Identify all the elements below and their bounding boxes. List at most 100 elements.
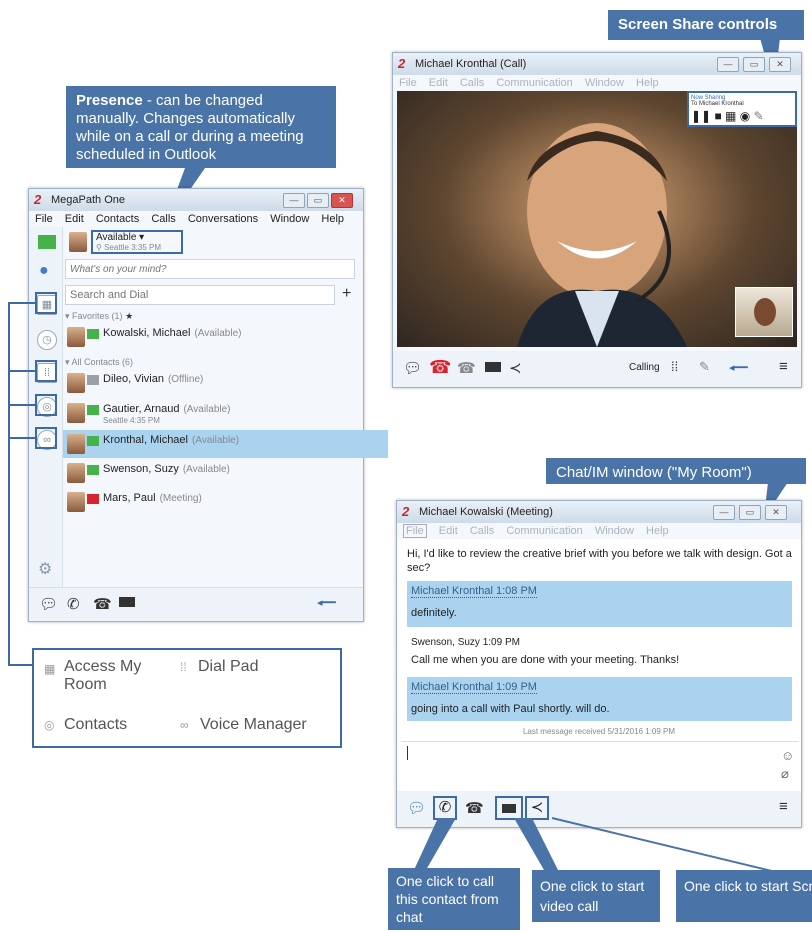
menu-edit[interactable]: Edit (439, 525, 458, 537)
close-button[interactable]: ✕ (769, 57, 791, 72)
message-sender[interactable]: Michael Kronthal 1:08 PM (411, 585, 537, 598)
add-contact-button[interactable]: + (342, 285, 351, 303)
annotate-icon[interactable]: ✎ (754, 109, 764, 123)
chat-window-callout: Chat/IM window ("My Room") (546, 458, 806, 484)
maximize-button[interactable]: ▭ (307, 193, 329, 208)
contact-avatar (67, 434, 85, 454)
message-sender[interactable]: Michael Kronthal 1:09 PM (411, 681, 537, 694)
menu-contacts[interactable]: Contacts (96, 213, 139, 225)
maximize-button[interactable]: ▭ (743, 57, 765, 72)
sharing-to-label: To Michael Kronthal (691, 101, 744, 107)
message-text: going into a call with Paul shortly. wil… (411, 703, 610, 715)
nav-legend: ▦ Access My Room ⁞⁞ Dial Pad ◎ Contacts … (32, 648, 342, 748)
call-contact-callout: One click to call this contact from chat (388, 868, 520, 930)
voice-manager-icon: ∞ (180, 718, 189, 732)
presence-selector[interactable]: Available ▾ ⚲ Seattle 3:35 PM (91, 230, 183, 254)
my-room-icon: ▦ (44, 662, 56, 676)
settings-gear-icon[interactable]: ⚙ (38, 559, 52, 579)
bracket-line (8, 404, 36, 406)
more-menu-icon[interactable]: ≡ (779, 358, 788, 375)
pause-icon[interactable]: ❚❚ (691, 109, 711, 123)
phone-icon[interactable]: ✆ (67, 595, 80, 613)
volume-slider-icon[interactable]: ◂━━ (317, 596, 336, 609)
menu-help[interactable]: Help (321, 213, 344, 225)
close-button[interactable]: ✕ (765, 505, 787, 520)
contact-row[interactable]: Mars, Paul (Meeting) (63, 488, 388, 516)
share-icon[interactable]: ≺ (509, 359, 522, 377)
stop-icon[interactable]: ■ (714, 109, 721, 123)
video-icon[interactable] (119, 597, 135, 607)
menu-window[interactable]: Window (270, 213, 309, 225)
minimize-button[interactable]: — (283, 193, 305, 208)
volume-slider-icon[interactable]: ◂━━ (729, 361, 748, 374)
menu-window[interactable]: Window (595, 525, 634, 537)
contact-row[interactable]: Gautier, Arnaud (Available) Seattle 4:35 … (63, 399, 388, 427)
presence-flag-icon (87, 465, 99, 475)
chat-icon[interactable]: 💬︎ (403, 359, 422, 377)
text-cursor (407, 746, 408, 760)
call-window-title: Michael Kronthal (Call) (415, 58, 527, 70)
nav-highlight-voice (35, 427, 57, 449)
menu-edit[interactable]: Edit (429, 77, 448, 89)
contact-name: Dileo, Vivian (103, 373, 164, 385)
presence-status: Available ▾ (96, 232, 145, 243)
menu-calls[interactable]: Calls (460, 77, 484, 89)
user-icon[interactable]: ● (39, 263, 53, 279)
emoji-icon[interactable]: ☺ (781, 748, 794, 763)
video-icon[interactable] (485, 362, 501, 372)
eye-icon[interactable]: ◉ (740, 109, 750, 123)
favorites-header[interactable]: ▾ Favorites (1) ★ (65, 311, 133, 322)
presence-flag-icon (87, 375, 99, 385)
message-text: Call me when you are done with your meet… (411, 654, 680, 666)
message-sender[interactable]: Swenson, Suzy 1:09 PM (411, 637, 788, 648)
menu-conversations[interactable]: Conversations (188, 213, 258, 225)
attachment-icon[interactable]: ⌀ (781, 766, 789, 782)
desk-phone-icon[interactable]: ☎ (93, 595, 112, 613)
share-select-icon[interactable]: ▦ (725, 109, 736, 123)
hang-up-icon[interactable]: ☎ (429, 357, 451, 378)
presence-location-line: ⚲ Seattle 3:35 PM (96, 243, 181, 252)
mind-input[interactable] (65, 259, 355, 279)
contact-row[interactable]: Dileo, Vivian (Offline) (63, 369, 388, 397)
chat-compose-area[interactable]: ☺ ⌀ (401, 741, 799, 787)
menu-window[interactable]: Window (585, 77, 624, 89)
chat-icon[interactable]: 💬︎ (39, 595, 58, 613)
menu-communication[interactable]: Communication (506, 525, 582, 537)
close-button[interactable]: ✕ (331, 193, 353, 208)
menu-help[interactable]: Help (636, 77, 659, 89)
self-view-face (754, 298, 776, 326)
presence-callout-title: Presence (76, 92, 143, 109)
desk-phone-icon[interactable]: ☎ (457, 359, 476, 377)
search-dial-input[interactable] (65, 285, 335, 305)
menu-edit[interactable]: Edit (65, 213, 84, 225)
chat-titlebar[interactable]: 2 Michael Kowalski (Meeting) — ▭ ✕ (397, 501, 801, 523)
message-text: definitely. (411, 607, 457, 619)
screen-share-controls: Now Sharing To Michael Kronthal ❚❚ ■ ▦ ◉… (687, 91, 797, 127)
menu-calls[interactable]: Calls (151, 213, 175, 225)
history-clock-icon[interactable]: ◷ (37, 330, 57, 350)
all-contacts-label: All Contacts (6) (71, 357, 134, 367)
presence-flag-icon[interactable] (38, 235, 56, 249)
contact-row[interactable]: Swenson, Suzy (Available) (63, 459, 388, 487)
menu-file[interactable]: File (35, 213, 53, 225)
menu-file[interactable]: File (399, 77, 417, 89)
call-titlebar[interactable]: 2 Michael Kronthal (Call) — ▭ ✕ (393, 53, 801, 75)
presence-flag-icon (87, 329, 99, 339)
video-call-callout: One click to start video call (532, 870, 660, 922)
contact-row[interactable]: Kowalski, Michael (Available) (63, 323, 388, 351)
main-titlebar[interactable]: 2 MegaPath One — ▭ ✕ (29, 189, 363, 211)
all-contacts-header[interactable]: ▾ All Contacts (6) (65, 357, 133, 368)
menu-calls[interactable]: Calls (470, 525, 494, 537)
menu-help[interactable]: Help (646, 525, 669, 537)
contact-status: (Available) (194, 328, 242, 339)
contact-row-selected[interactable]: Kronthal, Michael (Available) (63, 430, 388, 458)
dial-pad-icon[interactable]: ⁞⁞ (671, 359, 678, 374)
minimize-button[interactable]: — (713, 505, 735, 520)
contact-avatar (67, 373, 85, 393)
mute-mic-icon[interactable]: ✎ (699, 359, 710, 375)
menu-communication[interactable]: Communication (496, 77, 572, 89)
maximize-button[interactable]: ▭ (739, 505, 761, 520)
menu-file[interactable]: File (403, 524, 427, 538)
contact-status: (Meeting) (159, 493, 202, 504)
minimize-button[interactable]: — (717, 57, 739, 72)
